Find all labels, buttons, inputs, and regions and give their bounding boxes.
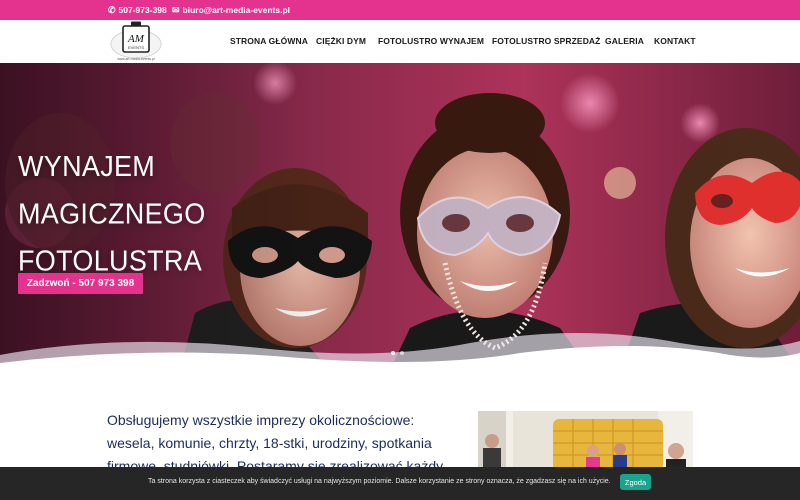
top-email-text: biuro@art-media-events.pl	[182, 5, 291, 15]
slider-dot-2[interactable]	[400, 351, 404, 355]
nav-item-heavy-smoke[interactable]: CIĘŻKI DYM	[316, 36, 366, 46]
envelope-icon: ✉	[172, 4, 180, 15]
photo-booth-graphic	[478, 411, 693, 471]
hero-title: WYNAJEM MAGICZNEGO FOTOLUSTRA	[18, 144, 278, 286]
top-phone-link[interactable]: ✆ 507-973-398	[108, 4, 167, 16]
top-bar: ✆ 507-973-398 ✉ biuro@art-media-events.p…	[0, 0, 800, 20]
nav-item-mirror-sale[interactable]: FOTOLUSTRO SPRZEDAŻ	[492, 36, 600, 46]
hero-slider: WYNAJEM MAGICZNEGO FOTOLUSTRA Zadzwoń - …	[0, 63, 800, 370]
phone-icon: ✆	[108, 4, 116, 15]
cookie-accept-button[interactable]: Zgoda	[620, 474, 651, 490]
nav-item-contact[interactable]: KONTAKT	[654, 36, 696, 46]
main-nav: STRONA GŁÓWNA CIĘŻKI DYM FOTOLUSTRO WYNA…	[0, 36, 800, 48]
photo-booth-image	[478, 411, 693, 471]
nav-item-home[interactable]: STRONA GŁÓWNA	[230, 36, 308, 46]
nav-item-mirror-rental[interactable]: FOTOLUSTRO WYNAJEM	[378, 36, 484, 46]
cookie-bar: Ta strona korzysta z ciasteczek aby świa…	[0, 467, 800, 500]
slider-dots	[391, 351, 404, 355]
hero-title-line-2: MAGICZNEGO	[18, 198, 206, 230]
top-phone-text: 507-973-398	[118, 5, 167, 15]
call-button[interactable]: Zadzwoń - 507 973 398	[18, 273, 143, 294]
slider-dot-1[interactable]	[391, 351, 395, 355]
hero-title-line-1: WYNAJEM	[18, 150, 156, 183]
nav-item-gallery[interactable]: GALERIA	[605, 36, 644, 46]
svg-text:www.art-media-events.pl: www.art-media-events.pl	[117, 57, 154, 61]
cookie-message: Ta strona korzysta z ciasteczek aby świa…	[148, 478, 611, 485]
top-email-link[interactable]: ✉ biuro@art-media-events.pl	[172, 4, 290, 16]
